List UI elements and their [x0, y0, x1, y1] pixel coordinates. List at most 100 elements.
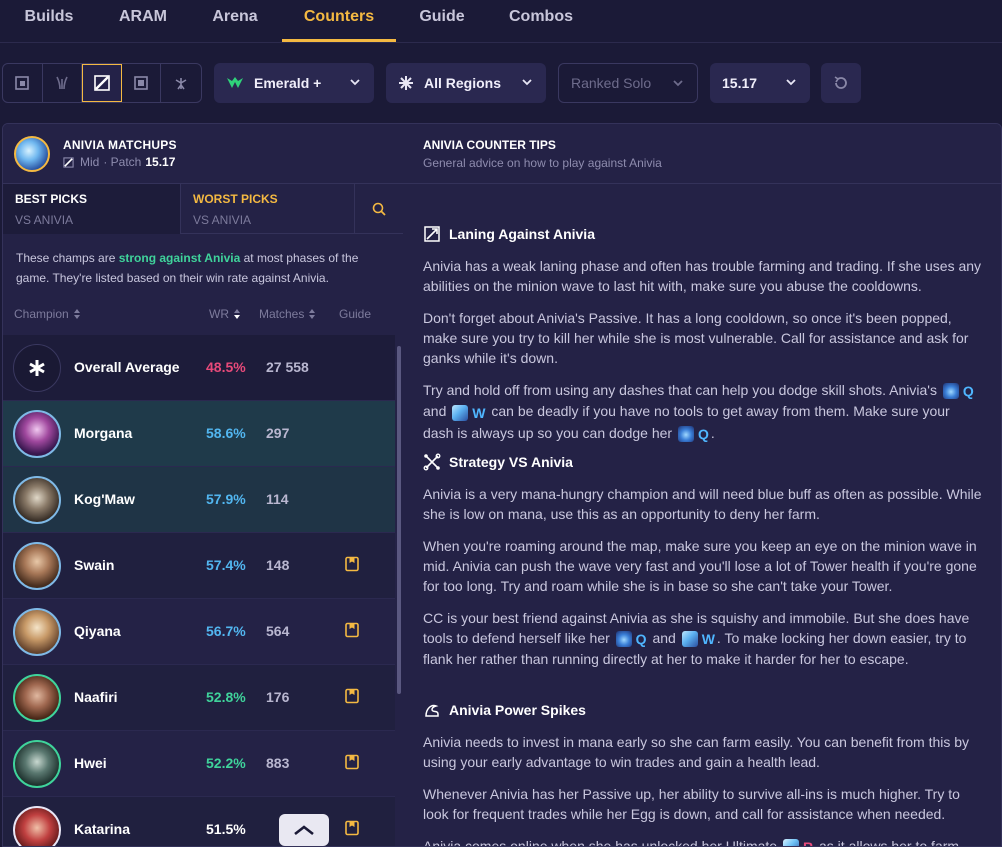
ability-r[interactable]: R — [782, 837, 813, 846]
support-icon[interactable] — [161, 64, 201, 102]
chevron-up-icon — [294, 825, 314, 836]
win-rate: 52.2% — [206, 755, 246, 771]
table-row[interactable]: Hwei 52.2% 883 — [3, 731, 395, 797]
column-champion[interactable]: Champion — [14, 307, 81, 321]
champion-list: Overall Average 48.5% 27 558 Morgana 58.… — [3, 335, 395, 846]
laning-text: . — [710, 424, 715, 441]
column-guide: Guide — [339, 307, 371, 321]
counter-tips-header: ANIVIA COUNTER TIPS General advice on ho… — [403, 124, 1001, 184]
region-dropdown[interactable]: All Regions — [386, 63, 546, 103]
counters-panel: ANIVIA MATCHUPS Mid · Patch 15.17 BEST P… — [2, 123, 1002, 847]
strategy-paragraph: CC is your best friend against Anivia as… — [423, 608, 983, 669]
counter-tips-subtitle: General advice on how to play against An… — [423, 156, 662, 170]
chevron-down-icon — [784, 75, 798, 92]
table-row[interactable]: Naafiri 52.8% 176 — [3, 665, 395, 731]
ability-q[interactable]: Q — [942, 381, 974, 401]
bot-lane-icon[interactable] — [122, 64, 162, 102]
patch-dropdown[interactable]: 15.17 — [710, 63, 810, 103]
swain-portrait — [13, 542, 61, 590]
column-wr[interactable]: WR — [209, 307, 241, 321]
picks-tabs: BEST PICKS VS ANIVIA WORST PICKS VS ANIV… — [3, 184, 403, 234]
column-matches[interactable]: Matches — [259, 307, 316, 321]
champion-name[interactable]: Kog'Maw — [74, 491, 135, 507]
column-matches-label: Matches — [259, 307, 305, 321]
table-row[interactable]: Katarina 51.5% — [3, 797, 395, 846]
tab-aram[interactable]: ARAM — [98, 0, 188, 43]
champion-name[interactable]: Morgana — [74, 425, 132, 441]
guide-icon[interactable] — [344, 556, 360, 577]
power-spikes-text: as it allows her to farm — [819, 838, 960, 847]
guide-icon[interactable] — [344, 622, 360, 643]
ability-key: W — [701, 631, 715, 648]
strategy-title: Strategy VS Anivia — [449, 454, 573, 470]
laning-section: Laning Against Anivia Anivia has a weak … — [423, 224, 983, 444]
match-count: 297 — [266, 425, 290, 441]
scroll-to-top-button[interactable] — [279, 814, 329, 846]
tab-guide[interactable]: Guide — [396, 0, 488, 43]
ability-w[interactable]: W — [681, 629, 715, 649]
tab-arena[interactable]: Arena — [188, 0, 282, 43]
qiyana-portrait — [13, 608, 61, 656]
best-picks-label: BEST PICKS — [15, 192, 88, 206]
katarina-portrait — [13, 806, 61, 846]
ability-q[interactable]: Q — [677, 424, 709, 444]
guide-icon[interactable] — [344, 754, 360, 775]
mid-lane-icon — [63, 156, 74, 168]
strategy-text: and — [652, 630, 680, 646]
ability-key: Q — [697, 425, 709, 442]
list-scrollbar[interactable] — [397, 346, 401, 694]
champion-name[interactable]: Hwei — [74, 755, 107, 771]
matchups-column: ANIVIA MATCHUPS Mid · Patch 15.17 BEST P… — [3, 124, 403, 846]
search-button[interactable] — [355, 184, 403, 234]
queue-dropdown[interactable]: Ranked Solo — [558, 63, 698, 103]
power-spikes-text: Anivia comes online when she has unlocke… — [423, 838, 781, 847]
table-row[interactable]: Morgana 58.6% 297 — [3, 401, 395, 467]
guide-icon[interactable] — [344, 820, 360, 841]
win-rate: 56.7% — [206, 623, 246, 639]
laning-paragraph: Try and hold off from using any dashes t… — [423, 380, 983, 444]
worst-picks-sublabel: VS ANIVIA — [193, 213, 252, 227]
laning-paragraph: Don't forget about Anivia's Passive. It … — [423, 310, 969, 366]
champion-name[interactable]: Swain — [74, 557, 114, 573]
ability-key: W — [472, 404, 486, 421]
guide-icon[interactable] — [344, 688, 360, 709]
tab-builds[interactable]: Builds — [0, 0, 98, 43]
naafiri-portrait — [13, 674, 61, 722]
mid-lane-icon[interactable] — [82, 64, 122, 102]
champion-name[interactable]: Naafiri — [74, 689, 118, 705]
chevron-down-icon — [671, 76, 685, 93]
best-picks-sublabel: VS ANIVIA — [15, 213, 74, 227]
tab-worst-picks[interactable]: WORST PICKS VS ANIVIA — [180, 184, 355, 234]
rank-dropdown[interactable]: Emerald + — [214, 63, 374, 103]
jungle-icon[interactable] — [43, 64, 83, 102]
reset-filters-button[interactable] — [821, 63, 861, 103]
table-row[interactable]: Qiyana 56.7% 564 — [3, 599, 395, 665]
globe-asterisk-icon — [398, 75, 414, 91]
tab-best-picks[interactable]: BEST PICKS VS ANIVIA — [3, 184, 180, 234]
champion-name[interactable]: Katarina — [74, 821, 130, 837]
table-row[interactable]: Kog'Maw 57.9% 114 — [3, 467, 395, 533]
ability-key: R — [803, 837, 813, 846]
strategy-paragraph: Anivia is a very mana-hungry champion an… — [423, 486, 982, 522]
crystallize-icon — [452, 404, 469, 421]
power-spikes-section: Anivia Power Spikes Anivia needs to inve… — [423, 700, 983, 847]
sort-icon — [73, 308, 81, 320]
strategy-arrows-icon — [423, 453, 441, 471]
description-text: These champs are — [16, 251, 119, 265]
rank-value: Emerald + — [254, 75, 322, 91]
laning-paragraph: Anivia has a weak laning phase and often… — [423, 258, 982, 294]
ability-w[interactable]: W — [452, 403, 485, 423]
reset-icon — [834, 76, 847, 89]
laning-text: Try and hold off from using any dashes t… — [423, 382, 941, 398]
ability-q[interactable]: Q — [615, 629, 647, 649]
patch-value: 15.17 — [722, 75, 758, 91]
tab-counters[interactable]: Counters — [282, 0, 396, 43]
patch-number: 15.17 — [145, 155, 176, 169]
search-icon — [372, 202, 386, 216]
power-spikes-paragraph: Anivia comes online when she has unlocke… — [423, 836, 983, 847]
tab-combos[interactable]: Combos — [488, 0, 594, 43]
champion-name[interactable]: Qiyana — [74, 623, 121, 639]
table-row[interactable]: Swain 57.4% 148 — [3, 533, 395, 599]
top-lane-icon[interactable] — [3, 64, 43, 102]
lane-swords-icon — [423, 225, 441, 243]
